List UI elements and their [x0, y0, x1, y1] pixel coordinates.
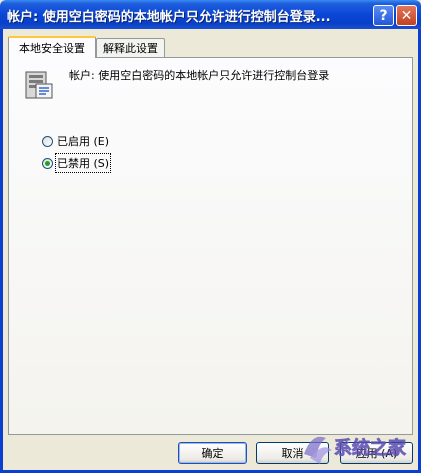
tab-panel — [8, 57, 413, 435]
window-title: 帐户: 使用空白密码的本地帐户只允许进行控制台登录... — [7, 10, 331, 25]
disabled-label[interactable]: 已禁用 (S) — [54, 153, 112, 173]
close-button[interactable]: ✕ — [396, 5, 417, 26]
tab-local-security-setting[interactable]: 本地安全设置 — [8, 36, 96, 58]
enabled-label[interactable]: 已启用 (E) — [57, 133, 109, 149]
ok-button[interactable]: 确定 — [178, 442, 247, 464]
policy-icon — [23, 70, 55, 105]
cancel-button[interactable]: 取消 — [256, 442, 329, 464]
apply-button[interactable]: 应用 (A) — [340, 442, 413, 464]
help-button[interactable]: ? — [373, 5, 394, 26]
policy-description: 帐户: 使用空白密码的本地帐户只允许进行控制台登录 — [69, 69, 330, 82]
disabled-option[interactable]: 已禁用 (S) — [42, 153, 112, 173]
title-bar[interactable]: 帐户: 使用空白密码的本地帐户只允许进行控制台登录... ? ✕ — [0, 0, 421, 29]
enabled-option[interactable]: 已启用 (E) — [42, 133, 109, 149]
disabled-radio[interactable] — [42, 157, 53, 169]
enabled-radio[interactable] — [42, 135, 53, 147]
tab-explain-setting[interactable]: 解释此设置 — [96, 38, 165, 57]
